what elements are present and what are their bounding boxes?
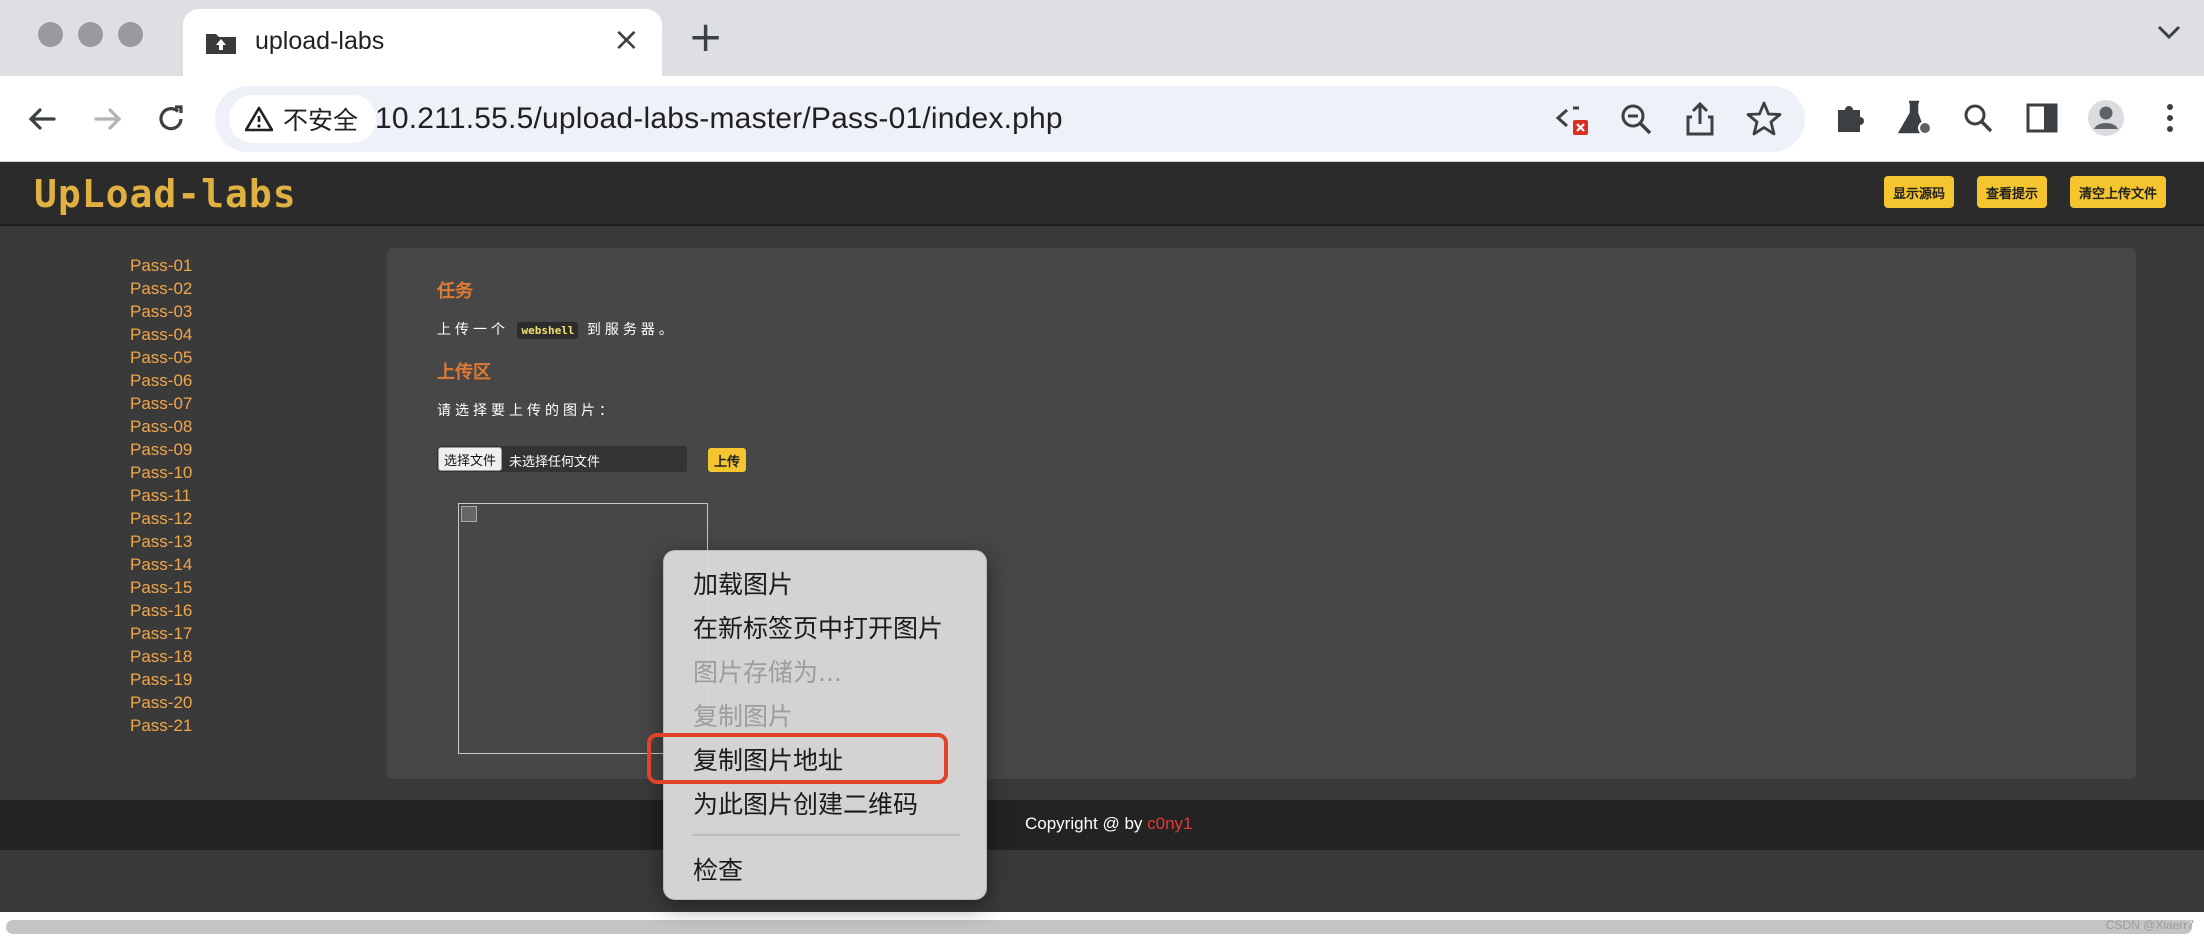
pass-link-15[interactable]: Pass-15 — [130, 576, 192, 599]
browser-toolbar: 不安全 10.211.55.5/upload-labs-master/Pass-… — [0, 76, 2204, 162]
horizontal-scrollbar[interactable]: CSDN @Xiaerr7 — [0, 912, 2204, 940]
chevron-down-icon[interactable] — [2156, 22, 2182, 42]
site-logo[interactable]: UpLoad-labs — [34, 172, 297, 216]
side-panel-icon[interactable] — [2022, 98, 2062, 138]
copyright-prefix: Copyright @ by — [1025, 814, 1148, 833]
browser-tab[interactable]: upload-labs × — [183, 9, 662, 76]
tab-title: upload-labs — [255, 27, 385, 55]
pass-link-08[interactable]: Pass-08 — [130, 415, 192, 438]
security-chip[interactable]: 不安全 — [229, 95, 377, 143]
site-header: UpLoad-labs 显示源码 查看提示 清空上传文件 — [0, 162, 2204, 226]
pass-link-21[interactable]: Pass-21 — [130, 714, 192, 737]
pass-link-11[interactable]: Pass-11 — [130, 484, 192, 507]
menu-item-load-image[interactable]: 加载图片 — [693, 565, 793, 601]
menu-item-save-image-as: 图片存储为... — [693, 658, 842, 687]
upload-button[interactable]: 上传 — [708, 448, 747, 472]
webshell-code: webshell — [517, 322, 579, 339]
tab-bar: upload-labs × + — [0, 0, 2204, 76]
author-link[interactable]: c0ny1 — [1147, 814, 1192, 833]
task-heading: 任务 — [437, 281, 473, 302]
clear-uploads-button[interactable]: 清空上传文件 — [2070, 176, 2167, 208]
menu-item-copy-image: 复制图片 — [693, 702, 794, 731]
pass-link-04[interactable]: Pass-04 — [130, 323, 192, 346]
show-source-button[interactable]: 显示源码 — [1884, 176, 1955, 208]
pass-link-01[interactable]: Pass-01 — [130, 254, 192, 277]
pass-link-09[interactable]: Pass-09 — [130, 438, 192, 461]
pass-link-03[interactable]: Pass-03 — [130, 300, 192, 323]
code-blocked-icon[interactable] — [1553, 100, 1591, 138]
maximize-window-button[interactable] — [118, 22, 143, 47]
upload-heading: 上传区 — [437, 362, 491, 383]
broken-image-icon — [461, 506, 477, 522]
pass-sidebar: Pass-01 Pass-02 Pass-03 Pass-04 Pass-05 … — [130, 254, 192, 737]
menu-item-create-qr-code[interactable]: 为此图片创建二维码 — [693, 785, 918, 821]
pass-link-19[interactable]: Pass-19 — [130, 668, 192, 691]
copyright-text: Copyright @ by c0ny1 — [1025, 814, 1193, 834]
file-input[interactable]: 选择文件 未选择任何文件 — [437, 446, 687, 472]
new-tab-icon[interactable]: + — [688, 16, 723, 58]
pass-link-05[interactable]: Pass-05 — [130, 346, 192, 369]
pass-link-12[interactable]: Pass-12 — [130, 507, 192, 530]
search-icon[interactable] — [1958, 98, 1998, 138]
task-text-after: 到服务器。 — [586, 322, 677, 338]
site-footer: Copyright @ by c0ny1 — [0, 800, 2204, 850]
forward-icon[interactable] — [84, 96, 130, 142]
view-hint-button[interactable]: 查看提示 — [1977, 176, 2048, 208]
share-icon[interactable] — [1681, 100, 1719, 138]
web-page: UpLoad-labs 显示源码 查看提示 清空上传文件 Pass-01 Pas… — [0, 162, 2204, 912]
task-panel: 任务 上传一个 webshell 到服务器。 上传区 请选择要上传的图片： 选择… — [387, 248, 2136, 779]
more-menu-icon[interactable] — [2150, 98, 2190, 138]
watermark: CSDN @Xiaerr7 — [2105, 918, 2194, 932]
back-icon[interactable] — [20, 96, 66, 142]
close-window-button[interactable] — [38, 22, 63, 47]
pass-link-18[interactable]: Pass-18 — [130, 645, 192, 668]
menu-separator — [692, 834, 960, 836]
zoom-out-icon[interactable] — [1617, 100, 1655, 138]
close-tab-icon[interactable]: × — [613, 23, 640, 55]
pass-link-06[interactable]: Pass-06 — [130, 369, 192, 392]
context-menu: 加载图片 在新标签页中打开图片 图片存储为... 复制图片 复制图片地址 为此图… — [663, 550, 987, 900]
pass-link-13[interactable]: Pass-13 — [130, 530, 192, 553]
pass-link-02[interactable]: Pass-02 — [130, 277, 192, 300]
pass-link-07[interactable]: Pass-07 — [130, 392, 192, 415]
file-status: 未选择任何文件 — [509, 455, 601, 470]
menu-item-inspect[interactable]: 检查 — [693, 851, 743, 887]
extensions-puzzle-icon[interactable] — [1830, 98, 1870, 138]
bookmark-star-icon[interactable] — [1745, 100, 1783, 138]
labs-flask-icon[interactable] — [1894, 98, 1934, 138]
address-bar[interactable]: 不安全 10.211.55.5/upload-labs-master/Pass-… — [215, 86, 1805, 152]
pass-link-20[interactable]: Pass-20 — [130, 691, 192, 714]
profile-avatar-icon[interactable] — [2086, 98, 2126, 138]
upload-prompt: 请选择要上传的图片： — [437, 403, 617, 419]
scrollbar-thumb[interactable] — [6, 920, 2192, 934]
task-description: 上传一个 webshell 到服务器。 — [437, 319, 677, 339]
pass-link-10[interactable]: Pass-10 — [130, 461, 192, 484]
pass-link-16[interactable]: Pass-16 — [130, 599, 192, 622]
menu-item-open-image-new-tab[interactable]: 在新标签页中打开图片 — [693, 609, 943, 645]
pass-link-14[interactable]: Pass-14 — [130, 553, 192, 576]
folder-upload-icon — [206, 34, 236, 54]
pass-link-17[interactable]: Pass-17 — [130, 622, 192, 645]
security-label: 不安全 — [283, 106, 359, 135]
reload-icon[interactable] — [148, 96, 194, 142]
warning-icon — [245, 106, 273, 132]
minimize-window-button[interactable] — [78, 22, 103, 47]
task-text-before: 上传一个 — [437, 322, 509, 338]
highlight-annotation — [647, 733, 948, 784]
url-text[interactable]: 10.211.55.5/upload-labs-master/Pass-01/i… — [375, 102, 1063, 136]
choose-file-button[interactable]: 选择文件 — [438, 447, 503, 471]
